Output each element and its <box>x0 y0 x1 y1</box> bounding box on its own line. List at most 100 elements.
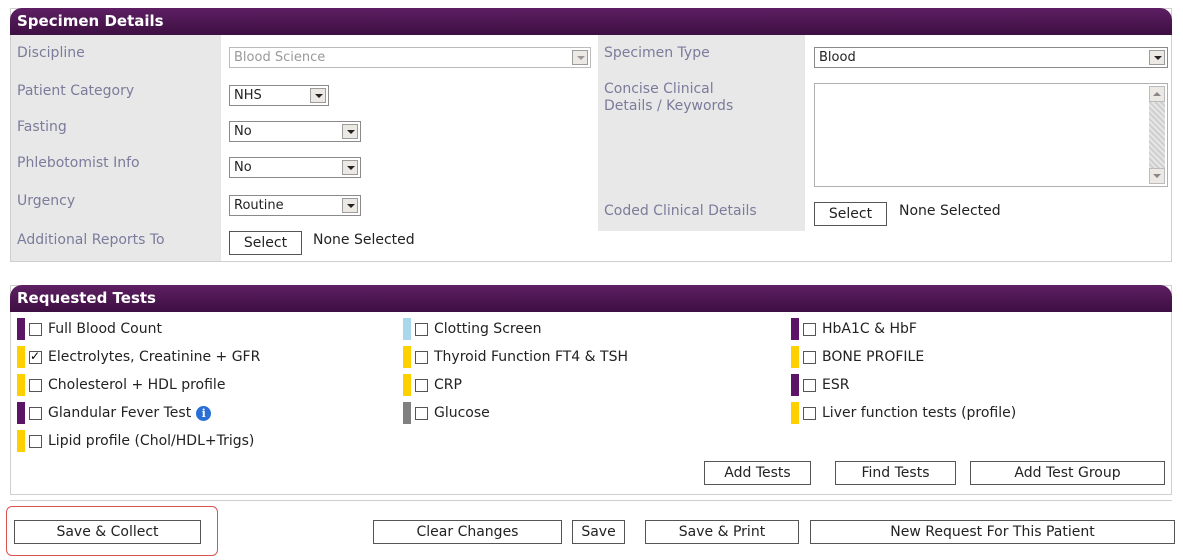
left-label-column <box>11 35 221 261</box>
test-label: HbA1C & HbF <box>822 321 917 337</box>
discipline-value: Blood Science <box>234 50 326 65</box>
category-color-bar <box>403 402 411 424</box>
coded-details-select-button[interactable]: Select <box>814 202 887 226</box>
test-item[interactable]: Cholesterol + HDL profile <box>17 374 225 396</box>
test-checkbox[interactable] <box>29 322 42 336</box>
clinical-details-label-line2: Details / Keywords <box>604 98 734 114</box>
specimen-details-panel: Specimen Details Discipline Blood Scienc… <box>10 8 1172 262</box>
fasting-label: Fasting <box>17 119 67 135</box>
test-label: Clotting Screen <box>434 321 542 337</box>
category-color-bar <box>403 346 411 368</box>
urgency-select[interactable]: Routine <box>229 195 361 216</box>
add-test-group-button[interactable]: Add Test Group <box>970 461 1165 485</box>
new-request-button[interactable]: New Request For This Patient <box>810 520 1175 544</box>
clinical-details-label-line1: Concise Clinical <box>604 81 714 97</box>
discipline-label: Discipline <box>17 45 85 61</box>
chevron-down-icon <box>310 88 326 103</box>
test-checkbox[interactable] <box>415 406 428 420</box>
coded-details-label: Coded Clinical Details <box>604 203 757 219</box>
test-checkbox[interactable] <box>415 378 428 392</box>
specimen-type-value: Blood <box>819 50 856 65</box>
category-color-bar <box>17 374 25 396</box>
test-checkbox[interactable] <box>803 406 816 420</box>
save-button[interactable]: Save <box>572 520 625 544</box>
test-item[interactable]: Clotting Screen <box>403 318 541 340</box>
save-collect-button[interactable]: Save & Collect <box>14 520 201 544</box>
category-color-bar <box>403 318 411 340</box>
info-icon[interactable]: i <box>196 405 212 421</box>
fasting-value: No <box>234 124 252 139</box>
phlebotomist-select[interactable]: No <box>229 157 361 178</box>
fasting-select[interactable]: No <box>229 121 361 142</box>
specimen-type-select[interactable]: Blood <box>814 47 1168 68</box>
save-print-button[interactable]: Save & Print <box>645 520 799 544</box>
test-checkbox[interactable] <box>415 322 428 336</box>
right-label-column <box>598 35 805 231</box>
test-checkbox[interactable] <box>29 378 42 392</box>
add-tests-button[interactable]: Add Tests <box>704 461 811 485</box>
chevron-down-icon <box>572 50 588 65</box>
category-color-bar <box>791 374 799 396</box>
test-label: Liver function tests (profile) <box>822 405 1017 421</box>
scroll-up-icon[interactable] <box>1149 86 1165 102</box>
test-checkbox[interactable] <box>803 378 816 392</box>
phlebotomist-label: Phlebotomist Info <box>17 155 140 171</box>
scrollbar-track[interactable] <box>1149 102 1165 168</box>
test-item[interactable]: Lipid profile (Chol/HDL+Trigs) <box>17 430 254 452</box>
category-color-bar <box>17 346 25 368</box>
chevron-down-icon <box>342 198 358 213</box>
test-item[interactable]: Glandular Fever Test i <box>17 402 212 424</box>
urgency-value: Routine <box>234 198 284 213</box>
additional-reports-select-button[interactable]: Select <box>229 231 302 255</box>
test-item[interactable]: BONE PROFILE <box>791 346 924 368</box>
test-label: Thyroid Function FT4 & TSH <box>434 349 628 365</box>
clinical-details-label: Concise Clinical Details / Keywords <box>604 81 733 115</box>
patient-category-label: Patient Category <box>17 83 135 99</box>
requested-tests-panel: Requested Tests Full Blood Count Electrol… <box>10 285 1172 495</box>
specimen-type-label: Specimen Type <box>604 45 710 61</box>
test-label: Full Blood Count <box>48 321 162 337</box>
test-item[interactable]: Full Blood Count <box>17 318 162 340</box>
test-checkbox[interactable] <box>29 434 42 448</box>
test-checkbox[interactable] <box>803 322 816 336</box>
category-color-bar <box>791 346 799 368</box>
category-color-bar <box>403 374 411 396</box>
specimen-details-header: Specimen Details <box>10 8 1172 35</box>
test-item[interactable]: CRP <box>403 374 462 396</box>
test-item[interactable]: Glucose <box>403 402 490 424</box>
additional-reports-value: None Selected <box>313 232 415 248</box>
test-label: Glandular Fever Test <box>48 405 192 421</box>
scroll-down-icon[interactable] <box>1149 168 1165 184</box>
test-item[interactable]: Thyroid Function FT4 & TSH <box>403 346 628 368</box>
test-item[interactable]: Electrolytes, Creatinine + GFR <box>17 346 260 368</box>
test-checkbox[interactable] <box>415 350 428 364</box>
category-color-bar <box>17 318 25 340</box>
test-label: CRP <box>434 377 462 393</box>
category-color-bar <box>791 402 799 424</box>
find-tests-button[interactable]: Find Tests <box>835 461 956 485</box>
test-item[interactable]: HbA1C & HbF <box>791 318 917 340</box>
clinical-details-textarea[interactable] <box>814 83 1168 187</box>
additional-reports-label: Additional Reports To <box>17 232 165 248</box>
test-item[interactable]: Liver function tests (profile) <box>791 402 1016 424</box>
test-label: Glucose <box>434 405 490 421</box>
test-checkbox[interactable] <box>29 406 42 420</box>
requested-tests-header: Requested Tests <box>10 285 1172 312</box>
test-label: Lipid profile (Chol/HDL+Trigs) <box>48 433 255 449</box>
patient-category-value: NHS <box>234 88 262 103</box>
phlebotomist-value: No <box>234 160 252 175</box>
discipline-select[interactable]: Blood Science <box>229 47 591 68</box>
urgency-label: Urgency <box>17 193 76 209</box>
test-label: Electrolytes, Creatinine + GFR <box>48 349 261 365</box>
category-color-bar <box>791 318 799 340</box>
test-label: ESR <box>822 377 850 393</box>
clear-changes-button[interactable]: Clear Changes <box>373 520 562 544</box>
chevron-down-icon <box>1149 50 1165 65</box>
category-color-bar <box>17 430 25 452</box>
test-checkbox[interactable] <box>29 349 42 364</box>
chevron-down-icon <box>342 124 358 139</box>
test-label: BONE PROFILE <box>822 349 925 365</box>
test-checkbox[interactable] <box>803 350 816 364</box>
patient-category-select[interactable]: NHS <box>229 85 329 106</box>
test-item[interactable]: ESR <box>791 374 849 396</box>
